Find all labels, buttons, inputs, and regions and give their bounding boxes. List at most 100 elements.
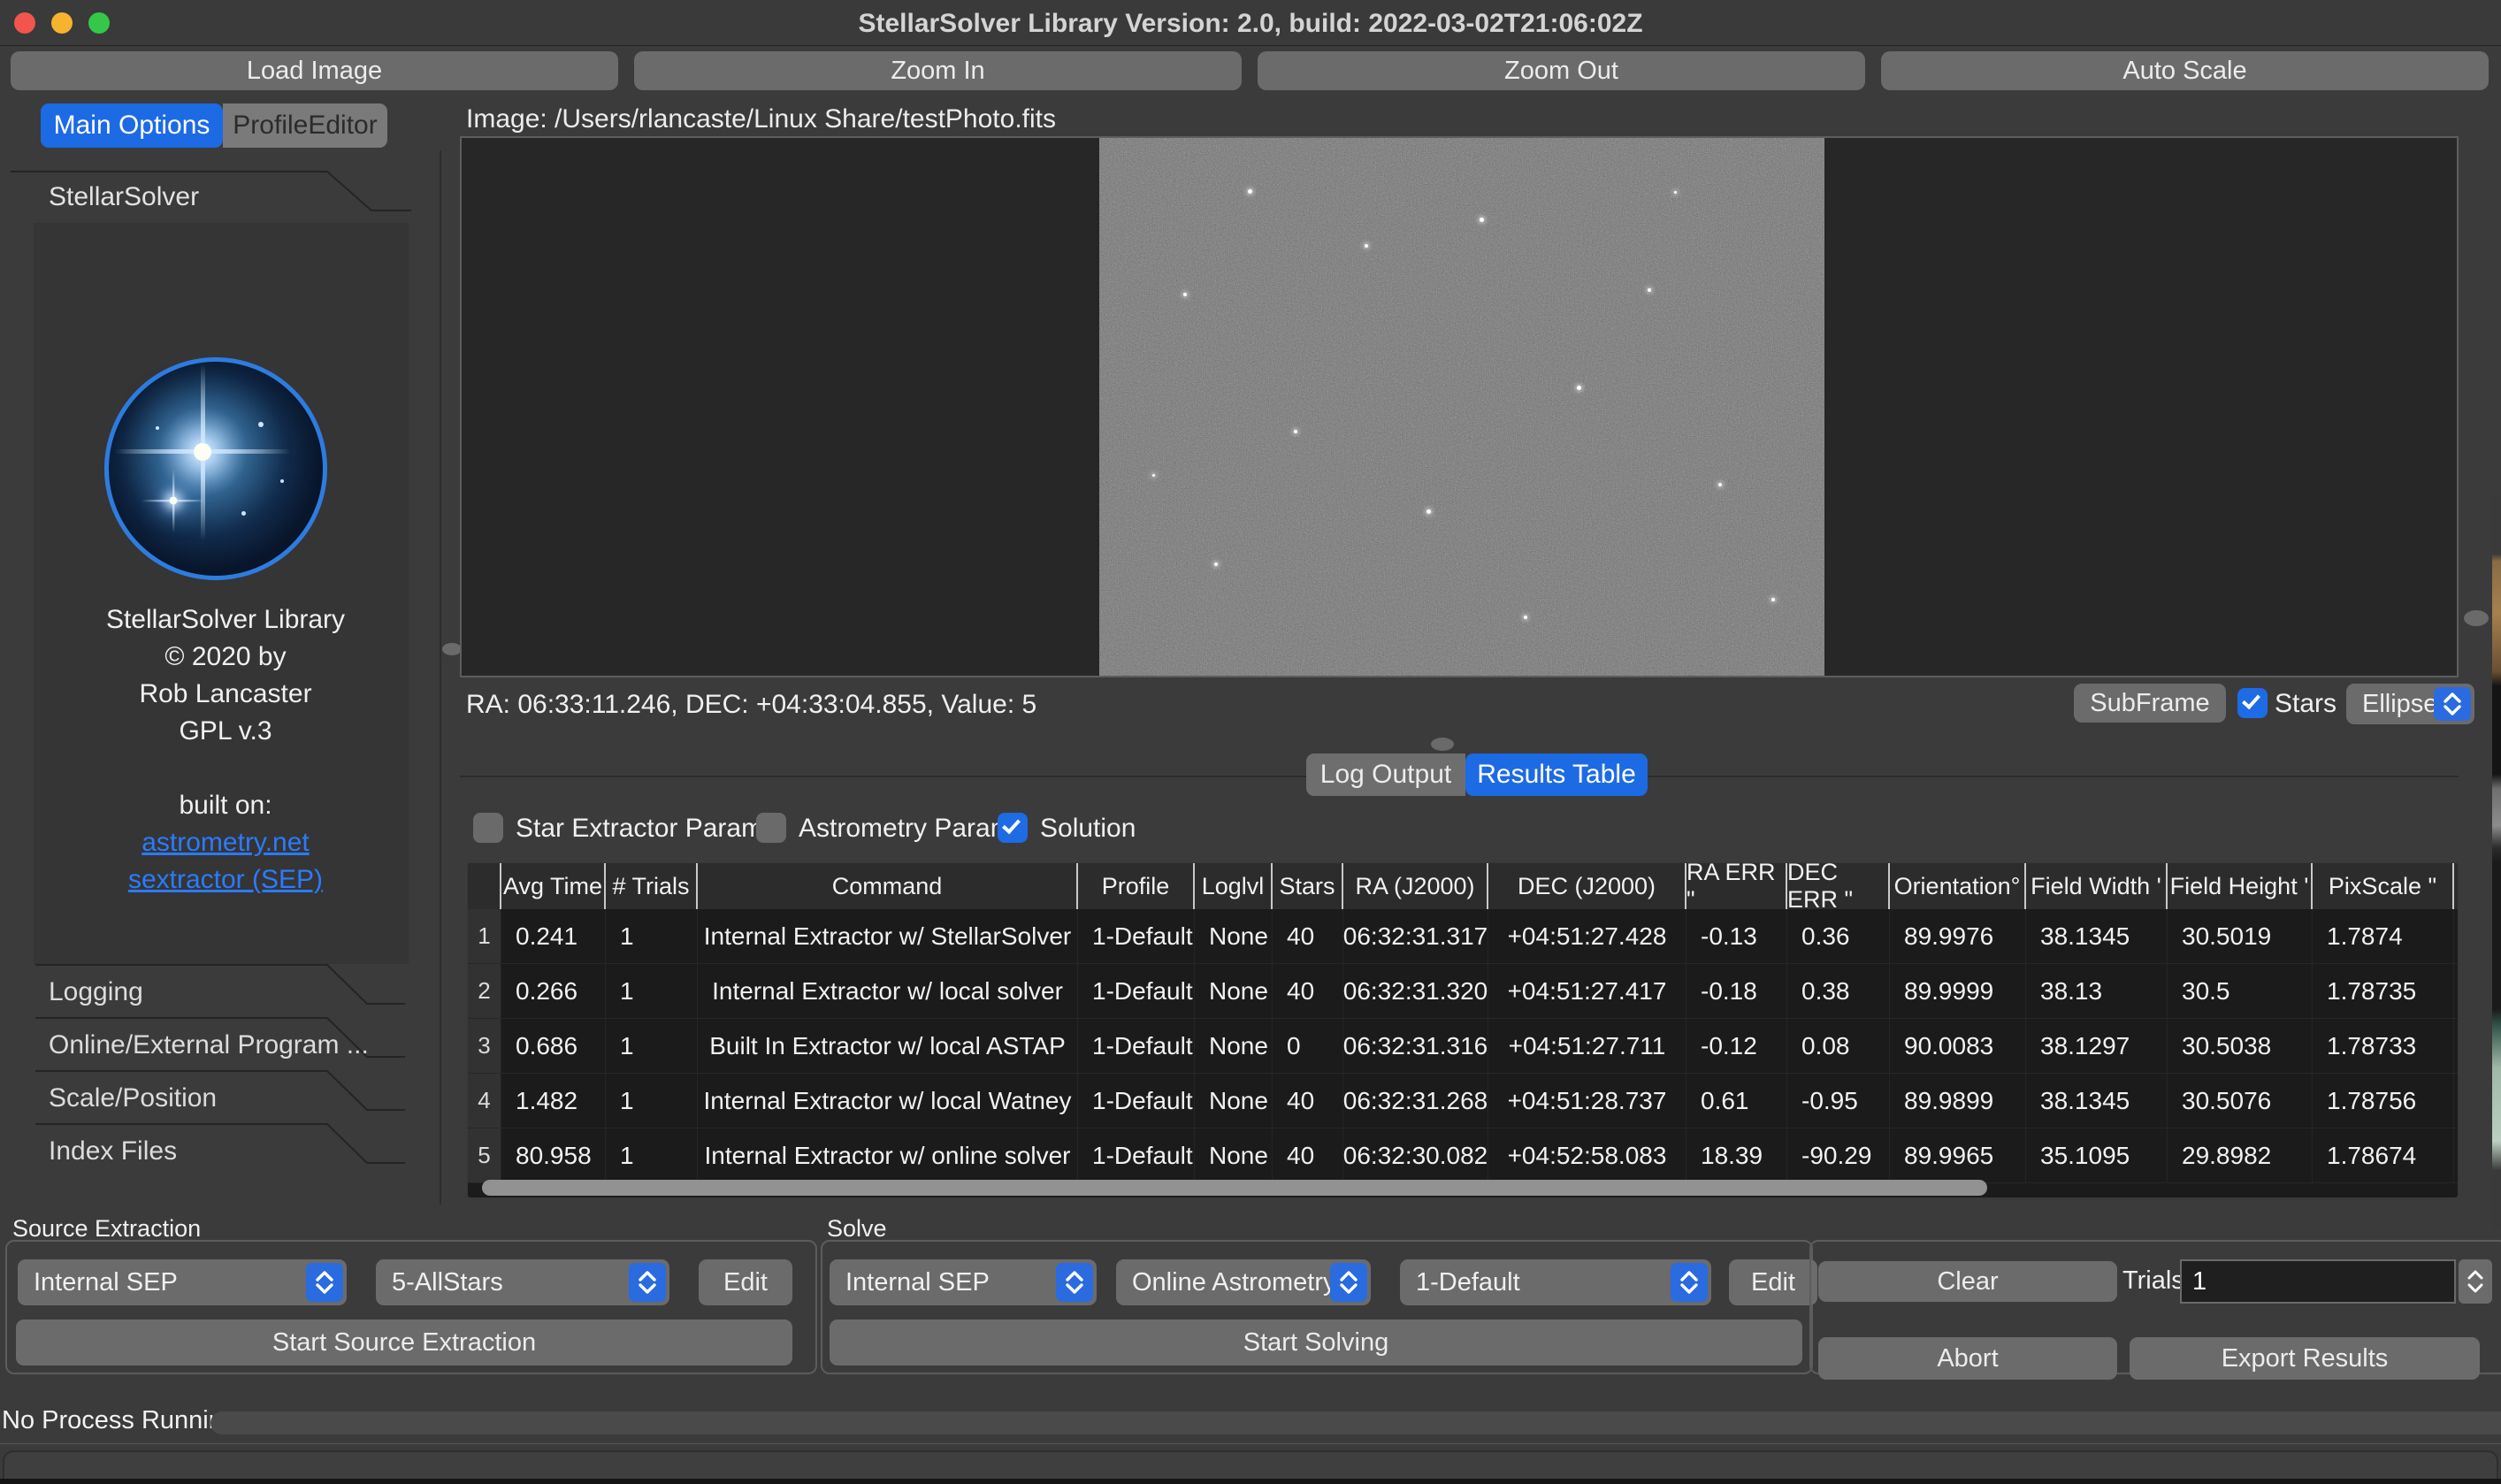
- cell: None: [1195, 964, 1273, 1018]
- accordion-online-external-program[interactable]: Online/External Program ...: [9, 1016, 442, 1067]
- cell: +04:51:27.417: [1488, 964, 1686, 1018]
- results-splitter-handle[interactable]: [1431, 738, 1454, 751]
- table-row[interactable]: 20.2661Internal Extractor w/ local solve…: [468, 964, 2458, 1019]
- astrometry-link[interactable]: astrometry.net: [9, 824, 442, 861]
- trials-stepper[interactable]: [2459, 1259, 2492, 1304]
- solve-profile-value: 1-Default: [1416, 1268, 1520, 1297]
- table-hscrollbar-thumb[interactable]: [482, 1180, 1987, 1196]
- solver-value: Online Astrometry: [1132, 1268, 1335, 1297]
- column-header[interactable]: RA (J2000): [1343, 863, 1488, 909]
- title-bar: StellarSolver Library Version: 2.0, buil…: [0, 0, 2501, 46]
- extraction-profile-select[interactable]: 5-AllStars: [376, 1259, 669, 1305]
- column-header[interactable]: RA ERR ": [1686, 863, 1787, 909]
- accordion-logging[interactable]: Logging: [9, 963, 442, 1014]
- column-header[interactable]: Stars: [1273, 863, 1343, 909]
- cell: 38.1345: [2026, 1074, 2168, 1128]
- fits-image[interactable]: [1099, 138, 1824, 676]
- column-header[interactable]: Field Height ': [2168, 863, 2313, 909]
- start-source-extraction-button[interactable]: Start Source Extraction: [16, 1320, 792, 1365]
- sidebar-divider: [440, 150, 441, 1205]
- cell: 40: [1273, 909, 1343, 963]
- star-extractor-params-checkbox[interactable]: [473, 813, 503, 843]
- cell: 1-Default: [1078, 964, 1195, 1018]
- splitter-handle[interactable]: [442, 643, 462, 655]
- check-icon: [2242, 691, 2260, 709]
- solver-select[interactable]: Online Astrometry: [1116, 1259, 1371, 1305]
- cell: 1-Default: [1078, 1074, 1195, 1128]
- cell: 0.38: [1787, 964, 1890, 1018]
- load-image-button[interactable]: Load Image: [11, 51, 618, 90]
- zoom-out-button[interactable]: Zoom Out: [1258, 51, 1865, 90]
- app-window: StellarSolver Library Version: 2.0, buil…: [0, 0, 2501, 1484]
- cell: 1.7874: [2313, 909, 2454, 963]
- cell: 06:32:30.082: [1343, 1128, 1488, 1182]
- cell: None: [1195, 909, 1273, 963]
- column-header[interactable]: PixScale ": [2313, 863, 2454, 909]
- section-stellarsolver[interactable]: StellarSolver: [49, 182, 199, 212]
- table-row[interactable]: 580.9581Internal Extractor w/ online sol…: [468, 1128, 2458, 1183]
- extractor-select[interactable]: Internal SEP: [18, 1259, 347, 1305]
- cell: 40: [1273, 964, 1343, 1018]
- sextractor-link[interactable]: sextractor (SEP): [9, 861, 442, 899]
- edit-extraction-profile-button[interactable]: Edit: [699, 1259, 792, 1305]
- column-header[interactable]: Avg Time: [501, 863, 606, 909]
- cell: 0: [1273, 1019, 1343, 1073]
- table-header-row: Avg Time# TrialsCommandProfileLoglvlStar…: [468, 863, 2458, 909]
- stars-checkbox-label: Stars: [2275, 689, 2337, 719]
- solve-profile-select[interactable]: 1-Default: [1400, 1259, 1711, 1305]
- cell: 89.9899: [1890, 1074, 2026, 1128]
- solution-checkbox[interactable]: [998, 813, 1028, 843]
- accordion-scale-position[interactable]: Scale/Position: [9, 1069, 442, 1121]
- cell: 80.958: [501, 1128, 606, 1182]
- background-window-sliver: [2492, 495, 2501, 1229]
- built-on-label: built on:: [179, 791, 272, 820]
- cell: 40: [1273, 1074, 1343, 1128]
- stepper-down-icon: [2467, 1283, 2484, 1293]
- row-number: 1: [468, 909, 501, 963]
- zoom-in-button[interactable]: Zoom In: [634, 51, 1242, 90]
- star-shape-select[interactable]: Ellipse: [2346, 684, 2474, 724]
- row-number: 5: [468, 1128, 501, 1182]
- table-hscrollbar-track[interactable]: [482, 1180, 2445, 1196]
- cell: 1: [606, 1074, 698, 1128]
- table-row[interactable]: 30.6861Built In Extractor w/ local ASTAP…: [468, 1019, 2458, 1074]
- right-splitter-handle[interactable]: [2464, 610, 2489, 626]
- column-header[interactable]: Field Width ': [2026, 863, 2168, 909]
- table-row[interactable]: 10.2411Internal Extractor w/ StellarSolv…: [468, 909, 2458, 964]
- tab-profile-editor[interactable]: ProfileEditor: [223, 103, 387, 148]
- tab-main-options[interactable]: Main Options: [41, 103, 223, 148]
- solve-extractor-select[interactable]: Internal SEP: [830, 1259, 1097, 1305]
- about-text: StellarSolver Library© 2020 byRob Lancas…: [9, 601, 442, 750]
- tab-log-output[interactable]: Log Output: [1306, 753, 1465, 796]
- tab-results-table[interactable]: Results Table: [1465, 753, 1648, 796]
- chevron-up-down-icon: [306, 1263, 343, 1302]
- table-row[interactable]: 41.4821Internal Extractor w/ local Watne…: [468, 1074, 2458, 1128]
- cell: None: [1195, 1074, 1273, 1128]
- cell: Built In Extractor w/ local ASTAP: [698, 1019, 1078, 1073]
- cell: 1: [606, 1019, 698, 1073]
- column-header[interactable]: Profile: [1078, 863, 1195, 909]
- cell: Internal Extractor w/ online solver: [698, 1128, 1078, 1182]
- trials-input[interactable]: 1: [2180, 1259, 2456, 1304]
- abort-button[interactable]: Abort: [1818, 1337, 2117, 1380]
- subframe-button[interactable]: SubFrame: [2074, 684, 2226, 723]
- chevron-up-down-icon: [2434, 687, 2471, 721]
- export-results-button[interactable]: Export Results: [2130, 1337, 2480, 1380]
- stars-checkbox[interactable]: [2237, 688, 2268, 718]
- about-line: Rob Lancaster: [9, 676, 442, 713]
- cell: Internal Extractor w/ StellarSolver: [698, 909, 1078, 963]
- auto-scale-button[interactable]: Auto Scale: [1881, 51, 2489, 90]
- column-header[interactable]: Loglvl: [1195, 863, 1273, 909]
- astrometry-params-checkbox[interactable]: [756, 813, 786, 843]
- column-header[interactable]: Orientation°: [1890, 863, 2026, 909]
- column-header[interactable]: DEC ERR ": [1787, 863, 1890, 909]
- clear-button[interactable]: Clear: [1818, 1261, 2117, 1302]
- accordion-index-files[interactable]: Index Files: [9, 1122, 442, 1174]
- start-solving-button[interactable]: Start Solving: [830, 1320, 1802, 1365]
- column-header[interactable]: Command: [698, 863, 1078, 909]
- cell: +04:51:27.428: [1488, 909, 1686, 963]
- column-header[interactable]: DEC (J2000): [1488, 863, 1686, 909]
- row-number: 3: [468, 1019, 501, 1073]
- column-header[interactable]: # Trials: [606, 863, 698, 909]
- edit-solve-profile-button[interactable]: Edit: [1729, 1259, 1817, 1305]
